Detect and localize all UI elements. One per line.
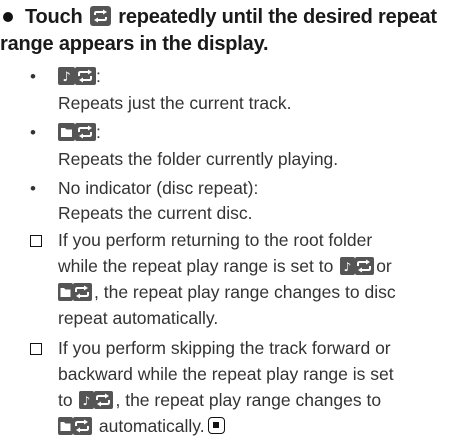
list-bullet: • <box>30 123 36 142</box>
list-bullet: • <box>30 179 36 198</box>
svg-text:♪: ♪ <box>344 260 352 274</box>
repeat-icon <box>89 6 111 27</box>
note-line: automatically. <box>58 414 225 439</box>
note-line: repeat automatically. <box>58 308 219 328</box>
note-checkbox-icon <box>30 235 42 247</box>
option-suffix: : <box>96 66 101 86</box>
note-text: automatically. <box>98 416 205 436</box>
note-line: while the repeat play range is set to ♪ … <box>58 254 392 279</box>
note-text: , the repeat play range changes to <box>115 390 382 410</box>
list-bullet: • <box>30 67 36 86</box>
note-line: backward while the repeat play range is … <box>58 364 394 384</box>
option-description: Repeats just the current track. <box>58 93 292 113</box>
folder-repeat-icon <box>58 282 92 301</box>
svg-text:♪: ♪ <box>83 394 91 408</box>
end-of-section-icon <box>207 417 225 435</box>
note-text: to <box>58 390 73 410</box>
track-repeat-icon: ♪ <box>340 256 375 275</box>
step-bullet <box>3 11 13 22</box>
manual-page: Touch repeatedly until the desired repea… <box>0 0 455 448</box>
option-description: Repeats the folder currently playing. <box>58 149 339 169</box>
step-heading: Touch repeatedly until the desired repea… <box>0 4 452 58</box>
track-repeat-icon: ♪ <box>79 390 114 409</box>
track-repeat-icon: ♪ <box>58 66 96 85</box>
folder-repeat-icon <box>58 416 92 435</box>
note-line: If you perform skipping the track forwar… <box>58 338 391 358</box>
folder-repeat-icon <box>58 122 96 141</box>
option-suffix: : <box>96 122 101 142</box>
note-text: or <box>376 256 392 276</box>
option-label: No indicator (disc repeat): <box>58 178 259 198</box>
heading-text-start: Touch <box>25 6 83 28</box>
note-checkbox-icon <box>30 343 42 355</box>
note-line: to ♪ , the repeat play range changes to <box>58 388 381 413</box>
note-line: If you perform returning to the root fol… <box>58 230 373 250</box>
note-line: , the repeat play range changes to disc <box>58 280 396 305</box>
note-text: while the repeat play range is set to <box>58 256 334 276</box>
note-text: , the repeat play range changes to disc <box>94 282 396 302</box>
option-description: Repeats the current disc. <box>58 203 253 223</box>
svg-text:♪: ♪ <box>62 70 70 85</box>
